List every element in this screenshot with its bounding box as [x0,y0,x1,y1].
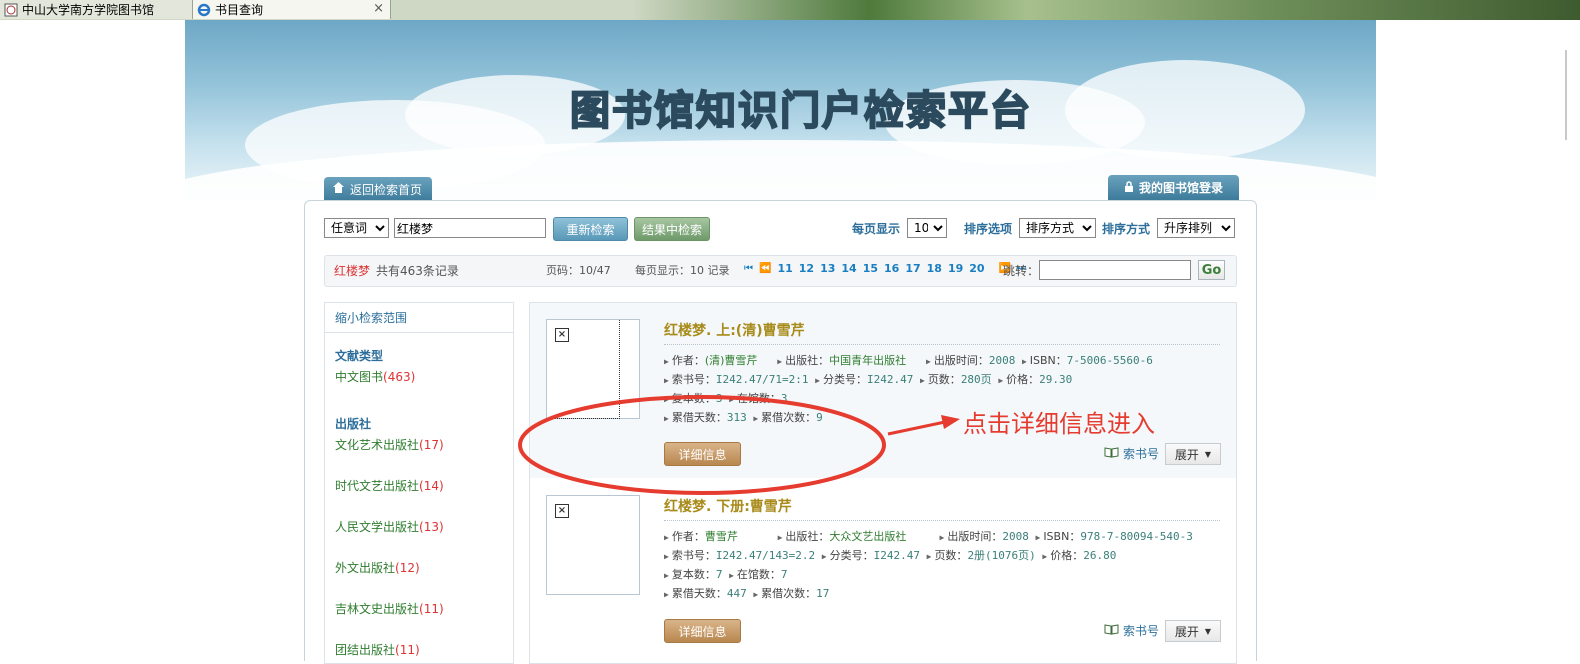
annotation-arrow-line [887,420,946,436]
annotation-text: 点击详细信息进入 [963,410,1155,438]
annotation-overlay [518,395,960,495]
highlight-ellipse [518,395,886,495]
arrow-head-icon [941,415,960,429]
window-scrollbar[interactable] [1562,20,1580,651]
